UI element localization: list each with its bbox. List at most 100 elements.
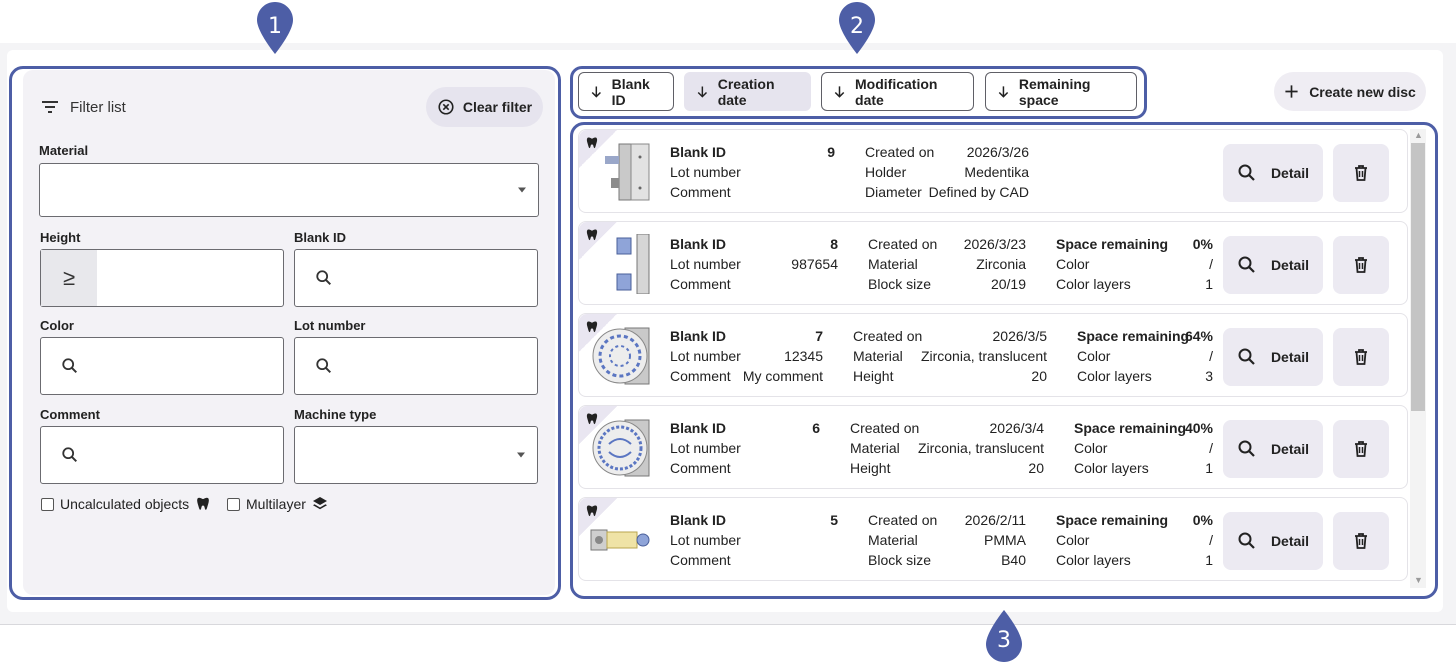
lot-number-value: 987654 — [791, 256, 838, 272]
lot-number-input[interactable] — [294, 337, 538, 395]
scroll-down-icon[interactable]: ▼ — [1414, 575, 1423, 585]
color-layers-value: 1 — [1205, 460, 1213, 476]
create-new-disc-button[interactable]: Create new disc — [1274, 72, 1426, 111]
search-icon — [316, 358, 332, 374]
detail-button[interactable]: Detail — [1223, 328, 1323, 386]
close-circle-icon — [438, 99, 454, 115]
scroll-up-icon[interactable]: ▲ — [1414, 130, 1423, 140]
material-key: Material — [853, 348, 903, 364]
chevron-down-icon — [517, 452, 525, 458]
comment-key: Comment — [670, 276, 731, 292]
lot-number-key: Lot number — [670, 164, 741, 180]
blank-id-key: Blank ID — [670, 420, 727, 436]
height-input[interactable]: ≥ — [40, 249, 284, 307]
blank-id-key: Blank ID — [670, 144, 727, 160]
material-select[interactable] — [39, 163, 539, 217]
callout-marker-1: 1 — [256, 2, 294, 54]
comment-input[interactable] — [40, 426, 284, 484]
disc-list: Blank ID 9 Lot number Comment Created on… — [578, 129, 1408, 584]
height-key: Height — [850, 460, 891, 476]
sort-remaining-space-button[interactable]: Remaining space — [985, 72, 1137, 111]
space-remaining-key: Space remaining — [1056, 512, 1169, 528]
sort-blank-id-button[interactable]: Blank ID — [578, 72, 674, 111]
disc-thumbnail — [605, 143, 650, 201]
search-icon — [1238, 164, 1255, 181]
delete-button[interactable] — [1333, 512, 1389, 570]
disc-row[interactable]: Blank ID 5 Lot number Comment Created on… — [578, 497, 1408, 581]
disc-row[interactable]: Blank ID 6 Lot number Comment Created on… — [578, 405, 1408, 489]
blank-id-key: Blank ID — [670, 512, 727, 528]
disc-thumbnail — [590, 529, 650, 551]
layers-icon — [312, 497, 327, 510]
sort-creation-date-button[interactable]: Creation date — [684, 72, 811, 111]
disc-row[interactable]: Blank ID 7 Lot number 12345 Comment My c… — [578, 313, 1408, 397]
created-on-key: Created on — [868, 236, 938, 252]
delete-button[interactable] — [1333, 420, 1389, 478]
block-size-key: Block size — [868, 276, 932, 292]
disc-thumbnail — [616, 234, 650, 294]
scroll-thumb[interactable] — [1411, 143, 1425, 411]
space-remaining-value: 40% — [1184, 420, 1213, 436]
sort-modification-date-button[interactable]: Modification date — [821, 72, 974, 111]
tooth-icon — [197, 497, 210, 510]
space-remaining-key: Space remaining — [1056, 236, 1169, 252]
list-scrollbar[interactable]: ▲ ▼ — [1410, 129, 1426, 588]
multilayer-filter[interactable]: Multilayer — [227, 496, 328, 512]
filter-title-text: Filter list — [70, 98, 126, 116]
created-on-key: Created on — [868, 512, 938, 528]
delete-button[interactable] — [1333, 328, 1389, 386]
plus-icon — [1285, 85, 1298, 98]
detail-label: Detail — [1270, 441, 1310, 457]
detail-button[interactable]: Detail — [1223, 236, 1323, 294]
lot-number-key: Lot number — [670, 348, 741, 364]
space-remaining-value: 0% — [1192, 512, 1213, 528]
detail-button[interactable]: Detail — [1223, 420, 1323, 478]
material-value: PMMA — [984, 532, 1026, 548]
color-layers-key: Color layers — [1077, 368, 1152, 384]
comment-key: Comment — [670, 460, 731, 476]
blank-id-label: Blank ID — [294, 230, 347, 245]
sort-blank-id-label: Blank ID — [611, 75, 650, 108]
diameter-value: Defined by CAD — [928, 184, 1029, 200]
color-value: / — [1209, 348, 1213, 364]
callout-marker-3: 3 — [985, 610, 1023, 662]
machine-type-label: Machine type — [294, 407, 377, 422]
filter-icon — [42, 101, 58, 113]
search-icon — [62, 358, 78, 374]
blank-id-input[interactable] — [294, 249, 538, 307]
delete-button[interactable] — [1333, 236, 1389, 294]
create-new-disc-label: Create new disc — [1309, 83, 1416, 100]
machine-type-select[interactable] — [294, 426, 538, 484]
space-remaining-key: Space remaining — [1074, 420, 1187, 436]
comment-value: My comment — [742, 368, 823, 384]
blank-id-value: 9 — [827, 144, 835, 160]
created-on-key: Created on — [853, 328, 923, 344]
filter-title: Filter list — [40, 97, 126, 117]
disc-row[interactable]: Blank ID 8 Lot number 987654 Comment Cre… — [578, 221, 1408, 305]
material-value: Zirconia — [976, 256, 1026, 272]
blank-id-value: 8 — [830, 236, 838, 252]
detail-label: Detail — [1270, 533, 1310, 549]
sort-creation-date-label: Creation date — [717, 75, 775, 108]
color-value: / — [1209, 256, 1213, 272]
detail-button[interactable]: Detail — [1223, 512, 1323, 570]
trash-icon — [1355, 441, 1367, 457]
uncalculated-filter[interactable]: Uncalculated objects — [41, 496, 211, 512]
callout-marker-2: 2 — [838, 2, 876, 54]
space-remaining-value: 0% — [1192, 236, 1213, 252]
color-input[interactable] — [40, 337, 284, 395]
clear-filter-button[interactable]: Clear filter — [426, 87, 543, 127]
color-layers-key: Color layers — [1074, 460, 1149, 476]
uncalculated-label: Uncalculated objects — [60, 496, 190, 512]
multilayer-checkbox[interactable] — [227, 497, 240, 511]
uncalculated-checkbox[interactable] — [41, 497, 54, 511]
created-on-value: 2026/3/23 — [963, 236, 1026, 252]
block-size-key: Block size — [868, 552, 932, 568]
callout-number-3: 3 — [997, 628, 1011, 653]
lot-number-value: 12345 — [784, 348, 823, 364]
detail-button[interactable]: Detail — [1223, 144, 1323, 202]
disc-row[interactable]: Blank ID 9 Lot number Comment Created on… — [578, 129, 1408, 213]
arrow-down-icon — [697, 85, 708, 98]
search-icon — [62, 447, 78, 463]
delete-button[interactable] — [1333, 144, 1389, 202]
